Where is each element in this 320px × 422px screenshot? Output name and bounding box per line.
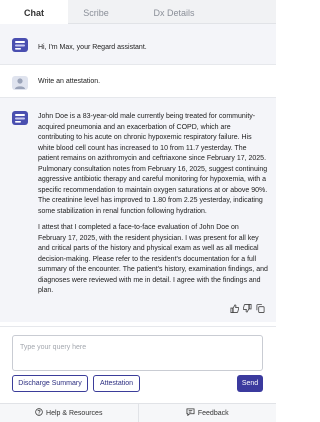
regard-logo-icon <box>12 38 28 52</box>
feedback-label: Feedback <box>197 409 229 417</box>
query-input[interactable] <box>13 336 262 370</box>
tab-chat[interactable]: Chat <box>0 0 68 24</box>
footer: Help & Resources Feedback <box>0 403 276 422</box>
assistant-message: Hi, I'm Max, your Regard assistant. <box>0 24 276 64</box>
feedback-link[interactable]: Feedback <box>139 404 277 422</box>
tab-dx-details[interactable]: Dx Details <box>124 0 224 24</box>
message-paragraph: I attest that I completed a face-to-face… <box>38 224 268 294</box>
feedback-icon <box>186 408 195 418</box>
help-resources-link[interactable]: Help & Resources <box>0 404 138 422</box>
user-avatar-icon <box>12 76 28 90</box>
attestation-button[interactable]: Attestation <box>93 375 140 392</box>
message-text: Hi, I'm Max, your Regard assistant. <box>38 44 147 51</box>
help-icon <box>35 408 43 418</box>
help-label: Help & Resources <box>46 409 103 417</box>
discharge-summary-button[interactable]: Discharge Summary <box>12 375 88 392</box>
copy-icon[interactable] <box>256 304 265 316</box>
divider <box>0 326 276 327</box>
send-button[interactable]: Send <box>237 375 263 392</box>
query-input-box[interactable] <box>12 335 263 371</box>
thumbs-up-icon[interactable] <box>230 304 240 316</box>
tab-bar: Chat Scribe Dx Details <box>0 0 276 24</box>
assistant-message: John Doe is a 83-year-old male currently… <box>0 98 276 322</box>
user-message: Write an attestation. <box>0 65 276 97</box>
thumbs-down-icon[interactable] <box>242 304 252 316</box>
regard-logo-icon <box>12 111 28 125</box>
message-paragraph: John Doe is a 83-year-old male currently… <box>38 113 268 215</box>
message-text: Write an attestation. <box>38 78 101 85</box>
tab-scribe[interactable]: Scribe <box>68 0 124 24</box>
